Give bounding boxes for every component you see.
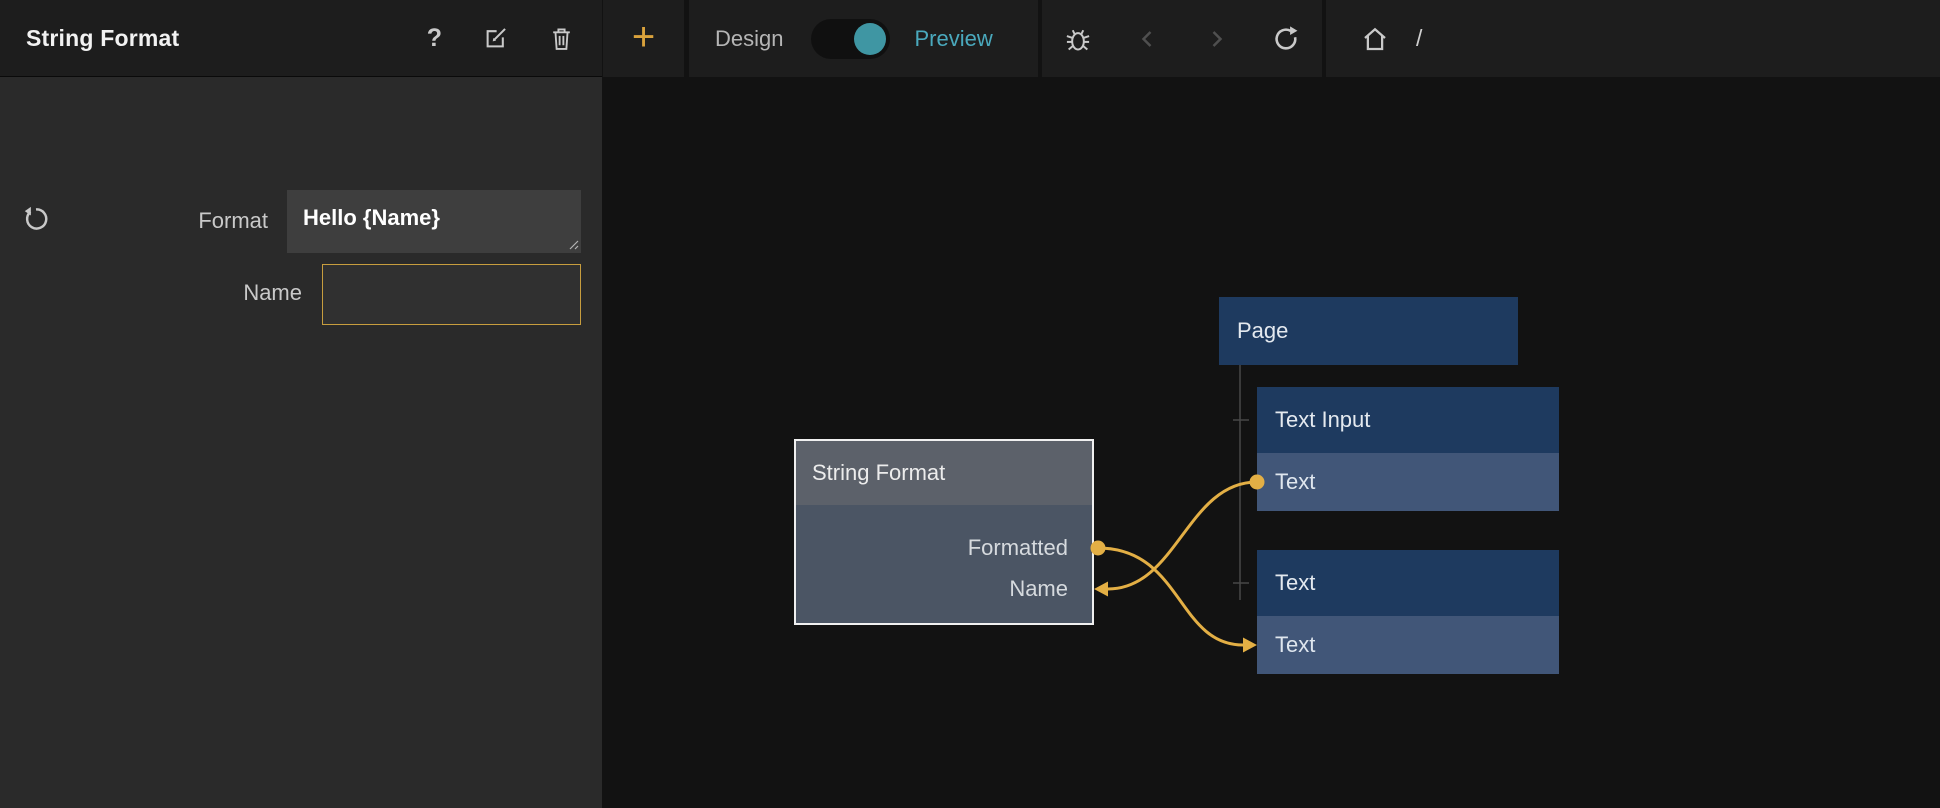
node-text-input-port-row[interactable]: Text xyxy=(1257,453,1559,511)
port-name[interactable]: Name xyxy=(796,568,1092,609)
help-button[interactable]: ? xyxy=(427,24,442,53)
edit-icon xyxy=(482,25,509,52)
bug-icon xyxy=(1064,25,1092,53)
delete-button[interactable] xyxy=(549,25,574,52)
step-forward-button[interactable] xyxy=(1204,27,1228,51)
edge-formatted-to-text[interactable] xyxy=(1098,548,1243,645)
node-text-port-label: Text xyxy=(1275,632,1315,658)
design-preview-toggle[interactable] xyxy=(811,19,890,59)
toolbar-path-section: / xyxy=(1326,0,1940,77)
debug-button[interactable] xyxy=(1064,25,1092,53)
name-input-port-arrow[interactable] xyxy=(1094,582,1108,597)
format-field-label: Format xyxy=(0,208,268,234)
property-panel-header: String Format ? xyxy=(0,0,602,77)
port-formatted[interactable]: Formatted xyxy=(796,527,1092,568)
breadcrumb[interactable]: / xyxy=(1416,25,1422,52)
format-field[interactable]: Hello {Name} xyxy=(287,190,581,253)
plus-icon: + xyxy=(632,17,655,57)
panel-title: String Format xyxy=(0,25,427,52)
node-text[interactable]: Text Text xyxy=(1257,550,1559,674)
node-text-port-row[interactable]: Text xyxy=(1257,616,1559,674)
node-text-input[interactable]: Text Input Text xyxy=(1257,387,1559,511)
node-text-header[interactable]: Text xyxy=(1257,550,1559,616)
node-text-input-port-label: Text xyxy=(1275,469,1315,495)
node-string-format-body: Formatted Name xyxy=(796,505,1092,623)
chevron-left-icon xyxy=(1136,27,1160,51)
chevron-right-icon xyxy=(1204,27,1228,51)
home-icon xyxy=(1360,24,1390,54)
add-node-button[interactable]: + xyxy=(632,21,655,57)
name-field[interactable] xyxy=(322,264,581,325)
node-string-format[interactable]: String Format Formatted Name xyxy=(794,439,1094,625)
toolbar-debug-section xyxy=(1042,0,1322,77)
toggle-knob xyxy=(854,23,886,55)
node-editor-canvas[interactable]: Page Text Input Text Text Text String Fo… xyxy=(602,0,1940,808)
design-mode-label[interactable]: Design xyxy=(715,26,783,52)
node-string-format-header[interactable]: String Format xyxy=(796,441,1092,505)
property-panel: String Format ? xyxy=(0,0,602,808)
preview-mode-label[interactable]: Preview xyxy=(914,26,992,52)
toolbar-add-section: + xyxy=(603,0,684,77)
edge-textinput-to-name[interactable] xyxy=(1108,482,1257,589)
step-back-button[interactable] xyxy=(1136,27,1160,51)
node-page[interactable]: Page xyxy=(1219,297,1518,365)
help-icon: ? xyxy=(427,24,442,53)
refresh-button[interactable] xyxy=(1272,25,1300,53)
node-string-format-title: String Format xyxy=(812,460,945,486)
edit-button[interactable] xyxy=(482,25,509,52)
home-button[interactable] xyxy=(1360,24,1390,54)
refresh-icon xyxy=(1272,25,1300,53)
node-page-title: Page xyxy=(1237,318,1288,344)
trash-icon xyxy=(549,25,574,52)
node-text-title: Text xyxy=(1275,570,1315,596)
toolbar-mode-section: Design Preview xyxy=(689,0,1038,77)
name-field-label: Name xyxy=(0,280,302,306)
node-text-input-header[interactable]: Text Input xyxy=(1257,387,1559,453)
text-input-port-arrow[interactable] xyxy=(1243,638,1257,653)
node-text-input-title: Text Input xyxy=(1275,407,1370,433)
